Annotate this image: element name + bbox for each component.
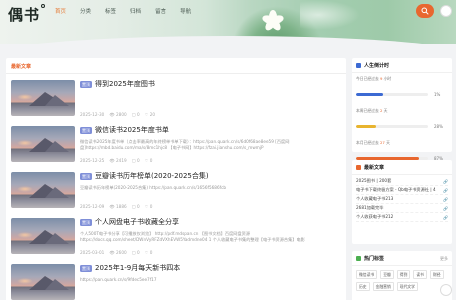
post-date: 2025-12-25 bbox=[80, 158, 105, 163]
widget-title: 人生倒计时 bbox=[364, 63, 390, 69]
post-meta: 2025-12-09 👁 1886 ▢ 0 ♡ 0 bbox=[80, 204, 152, 210]
tag-chip[interactable]: 得到 bbox=[396, 270, 411, 279]
post-item[interactable]: 置顶 豆瓣读书历年榜单(2020-2025合集) 豆瓣读书历年榜单(2020-20… bbox=[6, 172, 346, 218]
nav-item-home[interactable]: 首页 bbox=[48, 8, 73, 16]
nav-item-archive[interactable]: 归档 bbox=[123, 8, 148, 16]
tag-chip[interactable]: 豆瓣 bbox=[380, 270, 394, 279]
pinned-badge: 置顶 bbox=[80, 173, 92, 180]
post-title[interactable]: 微信读书2025年度书单 bbox=[95, 126, 169, 135]
post-meta: 2025-03-01 👁 2600 ▢ 0 ♡ 0 bbox=[80, 250, 152, 256]
post-item[interactable]: 置顶 得到2025年度图书 2025-12-30 👁 2800 ▢ 0 ♡ 20 bbox=[6, 80, 346, 126]
post-title[interactable]: 2025年1-9月每天新书四本 bbox=[95, 264, 180, 273]
post-meta: 2025-12-25 👁 2419 ▢ 0 ♡ 0 bbox=[80, 158, 152, 164]
hot-tags-widget: 热门标签 更多 微信读书 豆瓣 得到 读书 财经 历史 金融营销 现代文学 bbox=[352, 251, 452, 300]
link-icon: 🔗 bbox=[443, 187, 448, 193]
post-thumbnail[interactable] bbox=[11, 80, 75, 116]
recent-post-link[interactable]: 电子书下载终极方案 - Qb电子书资源社 | 4 🔗 bbox=[356, 186, 448, 195]
progress-bar bbox=[356, 125, 428, 128]
post-excerpt: 个人500T电子书分享【可播放仅浏览】 http://pdf.mdspan.cn… bbox=[80, 231, 305, 242]
post-excerpt: https://pan.quark.cn/s/9fdec5ee7f17 bbox=[80, 277, 157, 282]
post-item[interactable]: 置顶 个人网盘电子书收藏全分享 个人500T电子书分享【可播放仅浏览】 http:… bbox=[6, 218, 346, 264]
link-icon: 🔗 bbox=[443, 214, 448, 220]
latest-posts-panel: 最新文章 置顶 得到2025年度图书 2025-12-30 👁 2800 ▢ 0 … bbox=[6, 58, 346, 300]
post-views: 👁 1886 bbox=[109, 204, 127, 209]
hourglass-icon bbox=[356, 63, 361, 68]
post-likes: ♡ 20 bbox=[144, 112, 156, 117]
post-comments: ▢ 0 bbox=[131, 250, 140, 255]
post-thumbnail[interactable] bbox=[11, 218, 75, 254]
recent-posts-widget: 最新文章 2025图书 | 200套 🔗 电子书下载终极方案 - Qb电子书资源社… bbox=[352, 160, 452, 244]
lily-flower-decoration bbox=[261, 10, 285, 33]
post-title[interactable]: 个人网盘电子书收藏全分享 bbox=[95, 218, 179, 227]
more-tags-link[interactable]: 更多 bbox=[440, 256, 448, 262]
pinned-badge: 置顶 bbox=[80, 127, 92, 134]
post-views: 👁 2600 bbox=[109, 250, 127, 255]
countdown-week: 本周已经过去 2 天 28% bbox=[356, 108, 443, 129]
post-date: 2025-12-09 bbox=[80, 204, 105, 209]
logo-mark-icon bbox=[41, 4, 46, 8]
tag-chip[interactable]: 读书 bbox=[413, 270, 427, 279]
site-logo-text[interactable]: 偶书 bbox=[8, 6, 40, 24]
post-meta: 2025-12-30 👁 2800 ▢ 0 ♡ 20 bbox=[80, 112, 155, 118]
recent-post-link[interactable]: 2025图书 | 200套 🔗 bbox=[356, 177, 448, 186]
post-comments: ▢ 0 bbox=[131, 158, 140, 163]
post-likes: ♡ 0 bbox=[144, 204, 153, 209]
post-thumbnail[interactable] bbox=[11, 126, 75, 162]
tag-icon bbox=[356, 256, 361, 261]
life-countdown-widget: 人生倒计时 今日已经过去 9 小时 1% 本周已经过去 2 天 28% 本月已经… bbox=[352, 58, 452, 193]
post-comments: ▢ 0 bbox=[131, 204, 140, 209]
banner-wave bbox=[0, 36, 456, 44]
post-item[interactable]: 置顶 微信读书2025年度书单 微信读书2025年度书单（点击率最高的年终榜单书单… bbox=[6, 126, 346, 172]
post-views: 👁 2800 bbox=[109, 112, 127, 117]
pinned-badge: 置顶 bbox=[80, 219, 92, 226]
banner-light-decoration bbox=[300, 0, 360, 30]
progress-bar bbox=[356, 93, 428, 96]
post-excerpt: 微信读书2025年度书单（点击率最高的年终榜单书单下载）：https://pan… bbox=[80, 139, 290, 150]
search-icon bbox=[421, 7, 429, 15]
link-icon: 🔗 bbox=[443, 196, 448, 202]
widget-title: 热门标签 bbox=[364, 256, 385, 262]
post-excerpt: 豆瓣读书历年榜单(2020-2025合集) https://pan.quark.… bbox=[80, 185, 227, 190]
post-date: 2025-03-01 bbox=[80, 250, 105, 255]
nav-item-tags[interactable]: 标签 bbox=[98, 8, 123, 16]
back-to-top-button[interactable] bbox=[440, 284, 452, 296]
post-views: 👁 2419 bbox=[109, 158, 127, 163]
tag-chip[interactable]: 微信读书 bbox=[356, 270, 378, 279]
recent-post-link[interactable]: 2681加载完毕 🔗 bbox=[356, 204, 448, 213]
main-nav: 首页 分类 标签 归档 留言 导航 bbox=[48, 8, 198, 16]
post-item[interactable]: 置顶 2025年1-9月每天新书四本 https://pan.quark.cn/s… bbox=[6, 264, 346, 300]
nav-item-guestbook[interactable]: 留言 bbox=[148, 8, 173, 16]
link-icon: 🔗 bbox=[443, 205, 448, 211]
nav-item-category[interactable]: 分类 bbox=[73, 8, 98, 16]
header-banner bbox=[0, 0, 456, 44]
tag-chip[interactable]: 财经 bbox=[429, 270, 444, 279]
post-comments: ▢ 0 bbox=[131, 112, 140, 117]
pinned-badge: 置顶 bbox=[80, 81, 92, 88]
post-thumbnail[interactable] bbox=[11, 264, 75, 300]
post-date: 2025-12-30 bbox=[80, 112, 105, 117]
recent-post-link[interactable]: 个人收获电子书212 🔗 bbox=[356, 213, 448, 222]
tag-chip[interactable]: 现代文学 bbox=[396, 282, 418, 291]
post-thumbnail[interactable] bbox=[11, 172, 75, 208]
latest-posts-title: 最新文章 bbox=[6, 58, 346, 74]
link-icon: 🔗 bbox=[443, 178, 448, 184]
post-likes: ♡ 0 bbox=[144, 250, 153, 255]
user-avatar[interactable] bbox=[440, 5, 452, 17]
recent-post-link[interactable]: 个人收藏电子书213 🔗 bbox=[356, 195, 448, 204]
post-title[interactable]: 得到2025年度图书 bbox=[95, 80, 155, 89]
nav-item-navigation[interactable]: 导航 bbox=[173, 8, 198, 16]
article-icon bbox=[356, 165, 361, 170]
post-title[interactable]: 豆瓣读书历年榜单(2020-2025合集) bbox=[95, 172, 209, 181]
tag-chip[interactable]: 历史 bbox=[356, 282, 370, 291]
widget-title: 最新文章 bbox=[364, 165, 385, 171]
countdown-today: 今日已经过去 9 小时 1% bbox=[356, 76, 441, 97]
tag-chip[interactable]: 金融营销 bbox=[372, 282, 394, 291]
site-logo[interactable]: 偶书 bbox=[8, 4, 46, 25]
search-button[interactable] bbox=[416, 4, 434, 18]
pinned-badge: 置顶 bbox=[80, 265, 92, 272]
post-likes: ♡ 0 bbox=[144, 158, 153, 163]
